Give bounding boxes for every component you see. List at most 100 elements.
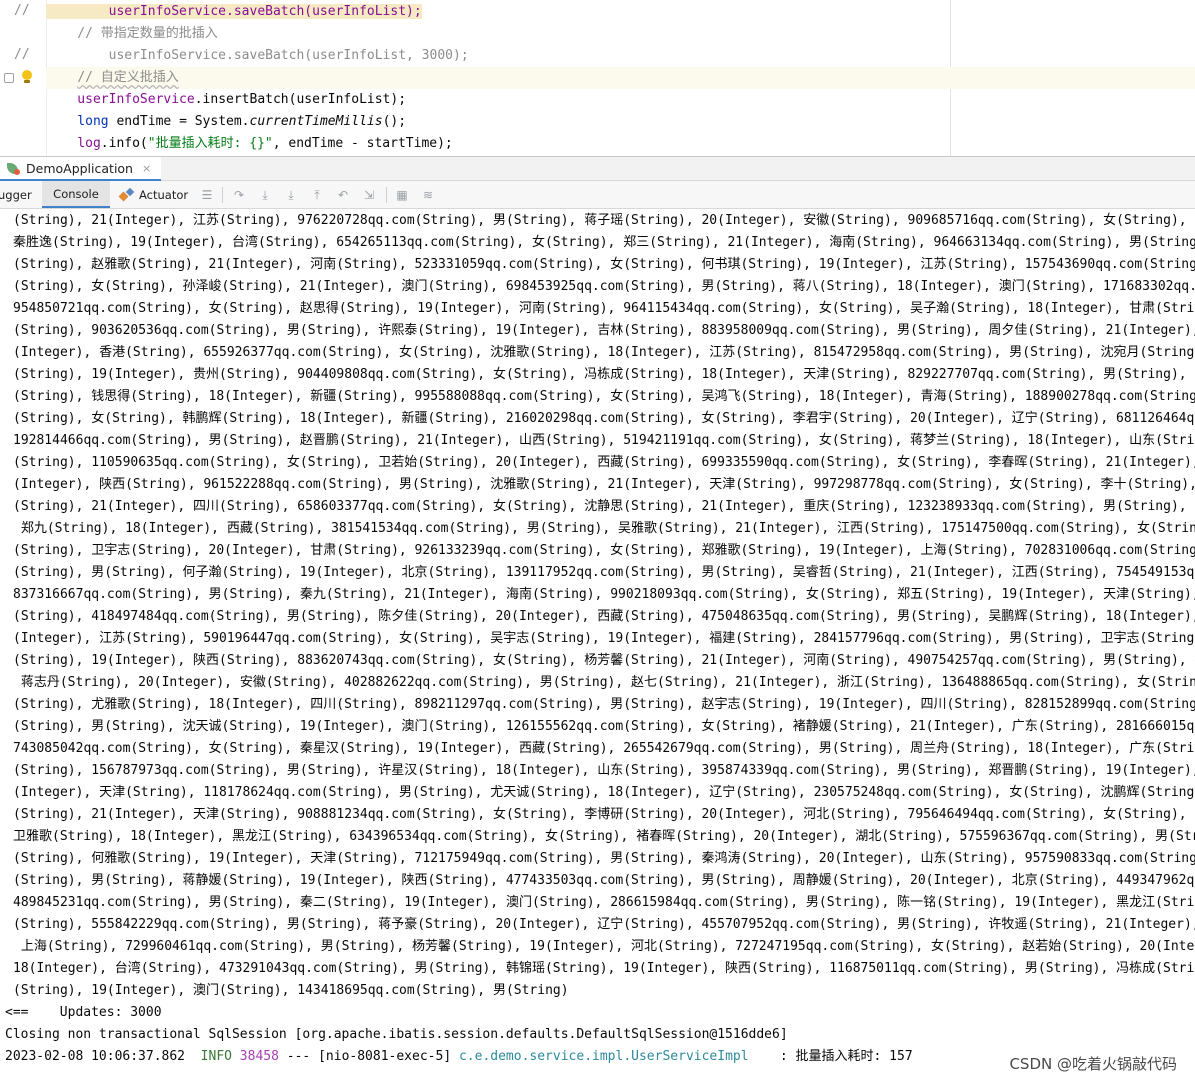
code-token: (); [382,114,407,129]
console-line: (String), 尤雅歌(String), 18(Integer), 四川(S… [13,697,1195,712]
console-line: (String), 卫宇志(String), 20(Integer), 甘肃(S… [13,543,1195,558]
console-line: (String), 男(String), 沈天诚(String), 19(Int… [13,719,1195,734]
code-line[interactable]: userInfoService.saveBatch(userInfoList, … [46,45,1195,67]
step-out-icon[interactable]: ⤒ [310,188,324,202]
console-line: (String), 女(String), 孙泽峻(String), 21(Int… [13,279,1195,294]
console-line: 489845231qq.com(String), 男(String), 秦二(S… [13,895,1195,910]
gutter-comment-marker: // [14,47,30,62]
tab-debugger[interactable]: ugger [0,181,38,208]
code-token: userInfoService [46,92,195,107]
console-line: 954850721qq.com(String), 女(String), 赵思得(… [13,301,1195,316]
actuator-icon [118,187,135,202]
log-timestamp: 2023-02-08 10:06:37.862 [5,1049,201,1064]
gutter-line [0,23,46,45]
toolbar-separator [222,187,223,203]
log-thread: --- [nio-8081-exec-5] [278,1049,459,1064]
gutter-line [0,89,46,111]
console-line: (String), 21(Integer), 四川(String), 65860… [13,499,1195,514]
force-step-into-icon[interactable]: ⤓ [284,188,298,202]
toolbar-separator [386,187,387,203]
code-line[interactable]: // 带指定数量的批插入 [46,23,1195,45]
code-token: , endTime - startTime); [272,136,453,151]
console-line: (String), 21(Integer), 天津(String), 90888… [13,807,1195,822]
log-line: 2023-02-08 10:06:37.862 INFO 38458 --- [… [5,1046,913,1068]
code-token: log [46,136,101,151]
watermark: CSDN @吃着火锅敲代码 [1005,1051,1181,1076]
fold-marker-icon[interactable] [4,73,14,83]
tool-window-toolbar: ugger Console Actuator ☰ ↷ ⤓ ⤓ ⤒ ↶ ⇲ ▦ ≋ [0,181,1195,209]
code-line[interactable]: log.info("批量插入耗时: {}", endTime - startTi… [46,133,1195,155]
console-line: (String), 女(String), 韩鹏辉(String), 18(Int… [13,411,1195,426]
run-tab-demo-application[interactable]: DemoApplication × [0,157,162,181]
log-class-link[interactable]: c.e.demo.service.impl.UserServiceImpl [459,1049,749,1064]
code-line[interactable]: userInfoService.saveBatch(userInfoList); [46,1,1195,23]
code-token: .info( [100,136,148,151]
console-line: (String), 男(String), 蒋静媛(String), 19(Int… [13,873,1195,888]
run-tab-label: DemoApplication [26,160,133,176]
console-line: (String), 156787973qq.com(String), 男(Str… [13,763,1195,778]
console-line: (String), 赵雅歌(String), 21(Integer), 河南(S… [13,257,1195,272]
log-pid: 38458 [231,1049,279,1064]
console-line: (Integer), 陕西(String), 961522288qq.com(S… [13,477,1195,492]
tab-actuator-label: Actuator [139,187,189,202]
console-line: 743085042qq.com(String), 女(String), 秦星汉(… [13,741,1195,756]
step-over-icon[interactable]: ↷ [232,188,246,202]
run-tab-bar: DemoApplication × [0,156,1195,181]
console-line: (Integer), 香港(String), 655926377qq.com(S… [13,345,1195,360]
code-token: // 自定义批插入 [77,70,179,85]
gutter-line [0,67,46,89]
console-output[interactable]: (String), 21(Integer), 江苏(String), 97622… [0,209,1195,1085]
console-line: 卫雅歌(String), 18(Integer), 黑龙江(String), 6… [13,829,1195,844]
code-line[interactable]: userInfoService.insertBatch(userInfoList… [46,89,1195,111]
gutter-line [0,133,46,155]
trace-settings-icon[interactable]: ≋ [421,188,435,202]
console-line: 秦胜逸(String), 19(Integer), 台湾(String), 65… [13,235,1195,250]
drop-frame-icon[interactable]: ↶ [336,188,350,202]
code-token: "批量插入耗时: {}" [147,136,273,151]
menu-lines-icon[interactable]: ☰ [200,188,214,202]
tab-actuator[interactable]: Actuator [118,181,198,208]
console-line: (String), 何雅歌(String), 19(Integer), 天津(S… [13,851,1195,866]
console-line: 上海(String), 729960461qq.com(String), 男(S… [13,939,1195,954]
code-editor[interactable]: // // userInfoService.saveBatch(userInfoL… [0,0,1195,156]
gutter-line: // [0,45,46,67]
console-line: 蒋志丹(String), 20(Integer), 安徽(String), 40… [13,675,1195,690]
updates-line: <== Updates: 3000 [5,1005,162,1020]
closing-session-line: Closing non transactional SqlSession [or… [5,1027,788,1042]
console-line: (String), 19(Integer), 陕西(String), 88362… [13,653,1195,668]
log-level: INFO [200,1049,232,1064]
gutter-comment-marker: // [14,3,30,18]
run-to-cursor-icon[interactable]: ⇲ [362,188,376,202]
console-line: (String), 19(Integer), 澳门(String), 14341… [13,983,569,998]
code-line[interactable]: long endTime = System.currentTimeMillis(… [46,111,1195,133]
console-line: (String), 19(Integer), 贵州(String), 90440… [13,367,1195,382]
console-line: (String), 903620536qq.com(String), 男(Str… [13,323,1195,338]
code-token: long [46,114,109,129]
editor-gutter: // // [0,0,46,156]
code-token: endTime = System. [108,114,250,129]
log-message: : 批量插入耗时: 157 [748,1049,913,1064]
console-line: 18(Integer), 台湾(String), 473291043qq.com… [13,961,1195,976]
code-token: currentTimeMillis [249,114,383,129]
console-line: (String), 21(Integer), 江苏(String), 97622… [13,213,1195,228]
code-token: userInfoService.saveBatch(userInfoList, … [46,48,469,63]
console-line: (String), 男(String), 何子瀚(String), 19(Int… [13,565,1195,580]
console-line: 192814466qq.com(String), 男(String), 赵晋鹏(… [13,433,1195,448]
console-line: (Integer), 天津(String), 118178624qq.com(S… [13,785,1195,800]
code-line[interactable]: // 自定义批插入 [46,67,1195,89]
code-token: userInfoService.saveBatch(userInfoList); [46,4,422,19]
tab-console[interactable]: Console [42,181,110,208]
close-icon[interactable]: × [142,162,151,175]
code-token: // 带指定数量的批插入 [46,26,218,41]
spring-boot-app-icon [6,162,21,175]
step-into-icon[interactable]: ⤓ [258,188,272,202]
console-line: (String), 418497484qq.com(String), 男(Str… [13,609,1195,624]
console-line: 郑九(String), 18(Integer), 西藏(String), 381… [13,521,1195,536]
evaluate-expression-icon[interactable]: ▦ [395,188,409,202]
console-line: (String), 钱思得(String), 18(Integer), 新疆(S… [13,389,1195,404]
lightbulb-icon[interactable] [21,70,33,84]
console-line: 837316667qq.com(String), 男(String), 秦九(S… [13,587,1195,602]
console-line: (String), 110590635qq.com(String), 女(Str… [13,455,1195,470]
console-line: (String), 555842229qq.com(String), 男(Str… [13,917,1195,932]
